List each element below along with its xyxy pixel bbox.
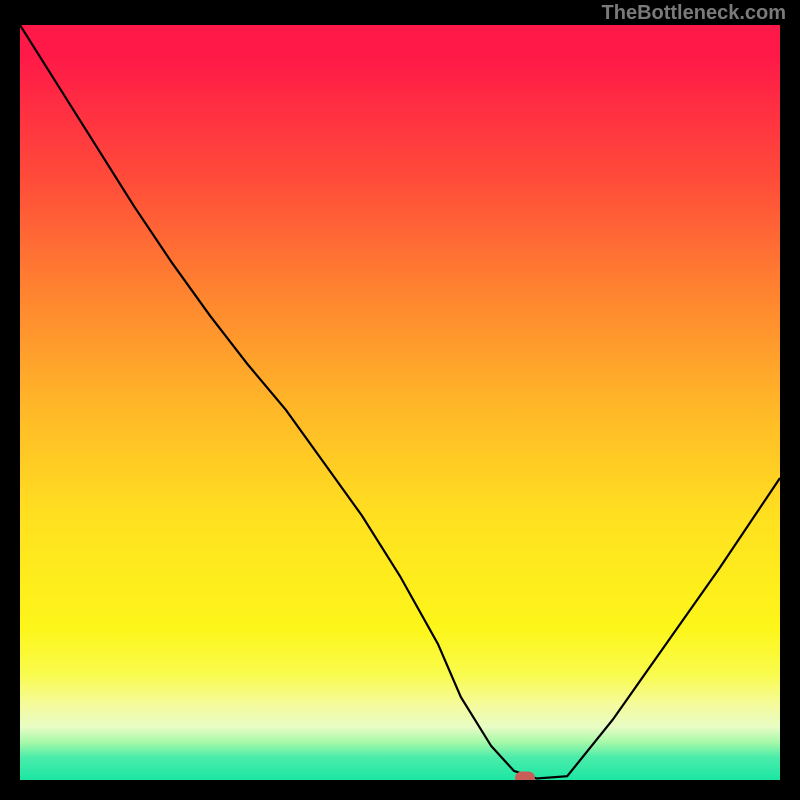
optimal-point-marker (515, 772, 535, 780)
watermark-text: TheBottleneck.com (602, 2, 786, 25)
plot-area (20, 25, 780, 780)
bottleneck-curve (20, 25, 780, 780)
